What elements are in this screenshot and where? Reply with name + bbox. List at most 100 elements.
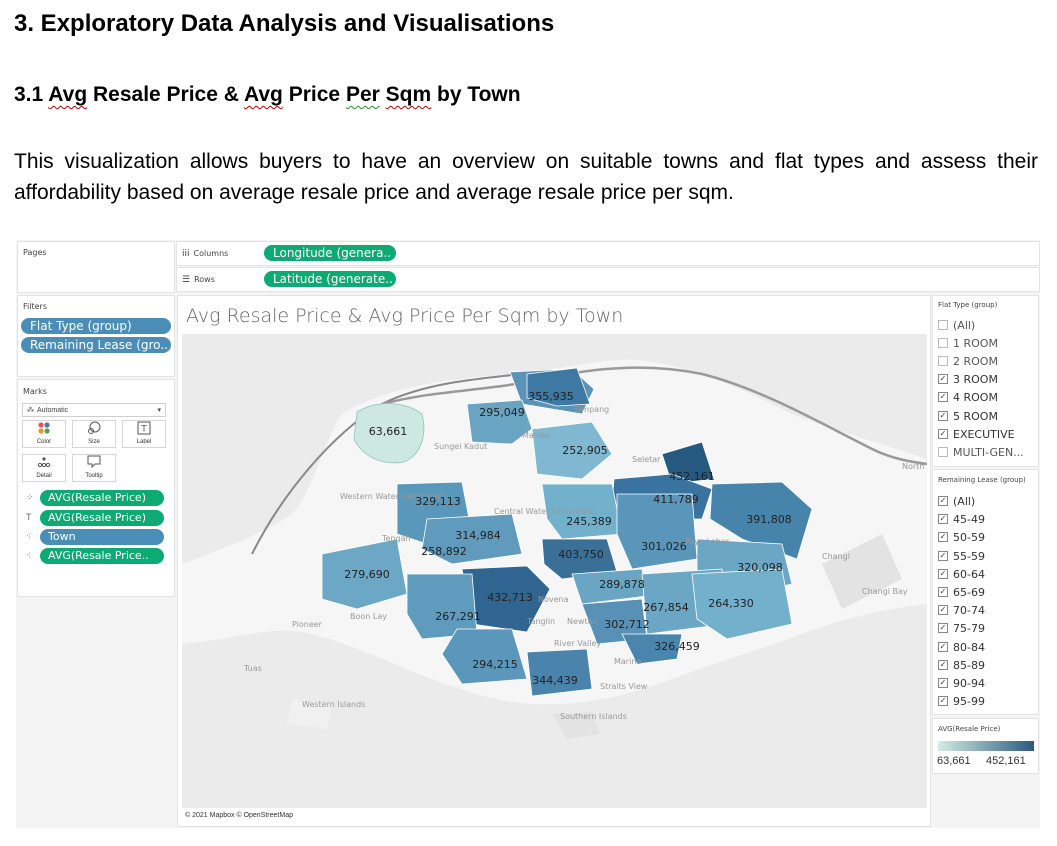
filter-option[interactable]: ✓ 75-79	[938, 620, 985, 638]
filter-option[interactable]: ✓ EXECUTIVE	[938, 426, 1015, 444]
place-label: Western Islands	[302, 700, 365, 709]
rows-shelf[interactable]: ☰ Rows Latitude (generate..	[176, 267, 1040, 292]
place-label: Pioneer	[292, 620, 323, 629]
filter-option[interactable]: ✓ 80-84	[938, 639, 985, 657]
marks-pill-label[interactable]: AVG(Resale Price)	[40, 510, 164, 526]
chevron-down-icon: ▾	[157, 407, 161, 414]
checkbox-checked-icon[interactable]: ✓	[938, 587, 948, 597]
marks-label-button[interactable]: T Label	[122, 420, 166, 448]
map-attribution[interactable]: © 2021 Mapbox © OpenStreetMap	[185, 812, 293, 819]
marks-pill-tooltip[interactable]: AVG(Resale Price..	[40, 548, 164, 564]
marks-color-button[interactable]: Color	[22, 420, 66, 448]
town-bukit-merah[interactable]	[526, 648, 593, 697]
mark-type-icon: ⁂	[27, 407, 34, 414]
description-paragraph: This visualization allows buyers to have…	[14, 150, 1038, 204]
filter-remaining-lease-pill[interactable]: Remaining Lease (gro..	[21, 337, 171, 353]
pages-card[interactable]: Pages	[17, 241, 175, 293]
checkbox-checked-icon[interactable]: ✓	[938, 514, 948, 525]
checkbox-checked-icon[interactable]: ✓	[938, 392, 948, 403]
filter-option[interactable]: ✓ 3 ROOM	[938, 371, 998, 389]
filter-option-label: 4 ROOM	[953, 391, 998, 405]
color-legend-max: 452,161	[986, 755, 1026, 767]
color-legend-min: 63,661	[937, 755, 971, 767]
columns-label: iii Columns	[182, 249, 229, 259]
filter-option[interactable]: ✓ 90-94	[938, 675, 985, 693]
tooltip-icon	[73, 455, 115, 473]
value-label: 314,984	[455, 529, 501, 542]
filter-option[interactable]: MULTI-GEN...	[938, 444, 1024, 462]
value-label: 252,905	[562, 444, 608, 457]
filter-option-label: (All)	[953, 319, 976, 332]
filter-option[interactable]: ✓ 95-99	[938, 693, 985, 711]
label-icon: T	[26, 512, 32, 522]
place-label: Seletar	[632, 455, 661, 464]
place-label: Boon Lay	[350, 612, 387, 621]
filter-option[interactable]: ✓ 45-49	[938, 511, 985, 529]
value-label: 452,161	[669, 470, 715, 483]
value-label: 301,026	[641, 540, 687, 553]
checkbox-unchecked-icon[interactable]	[938, 338, 948, 349]
marks-pill-town[interactable]: Town	[40, 529, 164, 545]
place-label: Sungei Kadut	[434, 442, 487, 451]
filter-option[interactable]: ✓ 55-59	[938, 548, 985, 566]
filter-option[interactable]: 2 ROOM	[938, 353, 998, 371]
value-label: 302,712	[604, 618, 650, 631]
filter-option[interactable]: (All)	[938, 317, 975, 335]
checkbox-checked-icon[interactable]: ✓	[938, 678, 948, 688]
filter-option-label: 75-79	[953, 622, 985, 636]
checkbox-checked-icon[interactable]: ✓	[938, 428, 948, 439]
detail-icon: ⁖	[26, 531, 32, 541]
filter-option-label: 85-89	[953, 658, 985, 672]
mark-type-dropdown[interactable]: ⁂ Automatic ▾	[22, 403, 166, 417]
value-label: 329,113	[415, 495, 461, 508]
filter-option[interactable]: ✓ 65-69	[938, 584, 985, 602]
checkbox-checked-icon[interactable]: ✓	[938, 659, 948, 670]
checkbox-checked-icon[interactable]: ✓	[938, 696, 948, 707]
filter-option-label: 95-99	[953, 695, 985, 709]
filter-option[interactable]: ✓ 50-59	[938, 529, 985, 547]
checkbox-checked-icon[interactable]: ✓	[938, 496, 948, 506]
marks-size-button[interactable]: Size	[72, 420, 116, 448]
filter-flat-type-pill[interactable]: Flat Type (group)	[21, 318, 171, 334]
checkbox-unchecked-icon[interactable]	[938, 446, 948, 457]
color-legend-title: AVG(Resale Price)	[938, 725, 1001, 733]
flat-type-filter-title: Flat Type (group)	[938, 301, 998, 309]
filter-option-label: 45-49	[953, 513, 985, 527]
label-icon: T	[123, 421, 165, 439]
value-label: 289,878	[599, 578, 645, 591]
value-label: 264,330	[708, 597, 754, 610]
checkbox-checked-icon[interactable]: ✓	[938, 568, 948, 579]
columns-longitude-pill[interactable]: Longitude (genera..	[264, 245, 396, 261]
singapore-map[interactable]: Simpang Mandai Sungei Kadut Seletar West…	[182, 334, 927, 808]
checkbox-checked-icon[interactable]: ✓	[938, 641, 948, 652]
filter-option[interactable]: ✓ 5 ROOM	[938, 408, 998, 426]
filter-option-label: 65-69	[953, 586, 985, 599]
marks-tooltip-button[interactable]: Tooltip	[72, 454, 116, 482]
filter-option[interactable]: ✓ 60-64	[938, 566, 985, 584]
checkbox-unchecked-icon[interactable]	[938, 320, 948, 330]
checkbox-checked-icon[interactable]: ✓	[938, 623, 948, 634]
columns-shelf[interactable]: iii Columns Longitude (genera..	[176, 241, 1040, 266]
filter-option[interactable]: ✓ 85-89	[938, 657, 985, 675]
place-label: Paya Lebar	[685, 537, 730, 546]
marks-detail-button[interactable]: Detail	[22, 454, 66, 482]
value-label: 403,750	[558, 548, 604, 561]
marks-pill-color[interactable]: AVG(Resale Price)	[40, 490, 164, 506]
checkbox-checked-icon[interactable]: ✓	[938, 605, 948, 616]
checkbox-checked-icon[interactable]: ✓	[938, 374, 948, 385]
checkbox-checked-icon[interactable]: ✓	[938, 410, 948, 421]
filter-option-label: 3 ROOM	[953, 373, 998, 387]
checkbox-checked-icon[interactable]: ✓	[938, 532, 948, 543]
checkbox-unchecked-icon[interactable]	[938, 356, 948, 367]
filter-option-label: 70-74	[953, 604, 985, 618]
place-label: Straits View	[600, 682, 648, 691]
filter-option[interactable]: ✓ 4 ROOM	[938, 389, 998, 407]
marks-label: Marks	[23, 387, 47, 396]
filter-option[interactable]: ✓ (All)	[938, 493, 975, 511]
rows-latitude-pill[interactable]: Latitude (generate..	[264, 271, 396, 287]
filter-option[interactable]: ✓ 70-74	[938, 602, 985, 620]
filter-option[interactable]: 1 ROOM	[938, 335, 998, 353]
checkbox-checked-icon[interactable]: ✓	[938, 550, 948, 561]
filters-card[interactable]: Filters Flat Type (group) Remaining Leas…	[17, 295, 175, 377]
value-label: 355,935	[528, 390, 574, 403]
